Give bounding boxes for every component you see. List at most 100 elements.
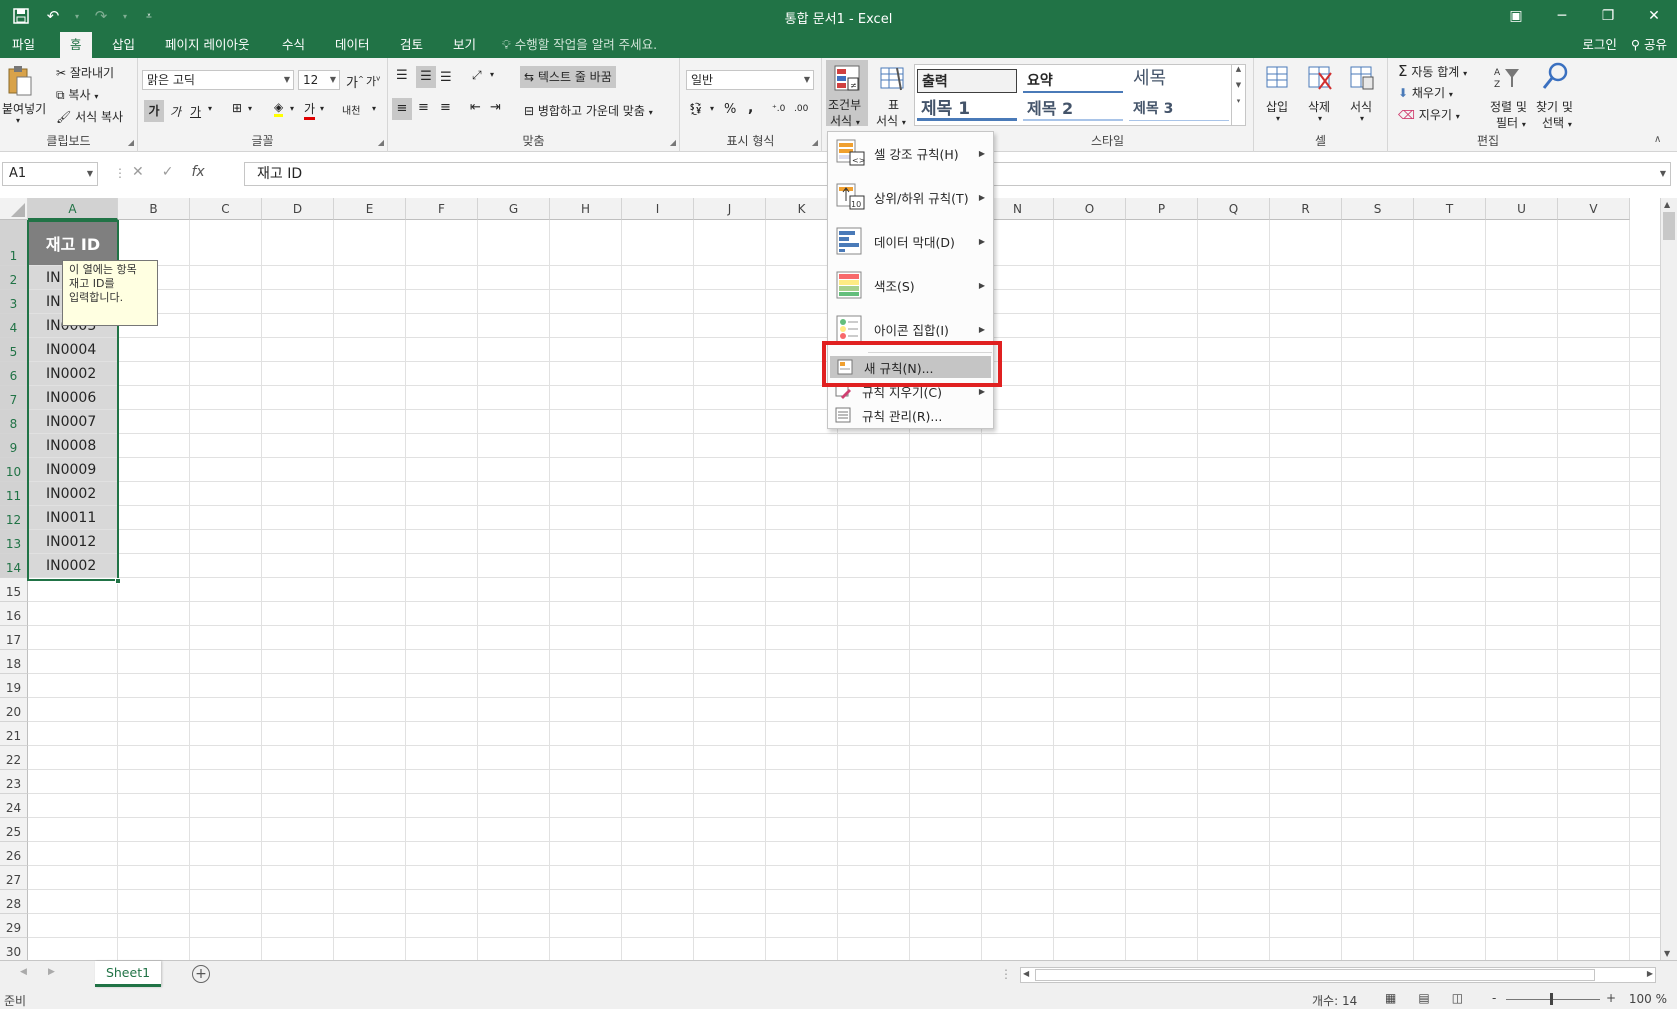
zoom-slider[interactable]: - + (1492, 990, 1616, 1009)
increase-decimal-icon[interactable]: ⁺.0 (772, 104, 785, 114)
increase-indent-icon[interactable]: ⇥ (490, 100, 501, 115)
tab-file[interactable]: 파일 (2, 32, 45, 58)
tab-formulas[interactable]: 수식 (272, 32, 315, 58)
row-header-27[interactable]: 27 (0, 866, 28, 890)
add-sheet-icon[interactable]: + (192, 965, 210, 983)
sort-filter-label2[interactable]: 필터 ▾ (1496, 114, 1526, 131)
format-cells-label[interactable]: 서식 (1350, 98, 1372, 115)
menu-color-scales[interactable]: 색조(S) ▶ (828, 264, 993, 306)
column-header-q[interactable]: Q (1198, 198, 1270, 220)
gallery-down-icon[interactable]: ▼ (1232, 81, 1245, 89)
column-header-u[interactable]: U (1486, 198, 1558, 220)
delete-cells-label[interactable]: 삭제 (1308, 98, 1330, 115)
row-header-11[interactable]: 11 (0, 482, 28, 506)
insert-dropdown-icon[interactable]: ▾ (1276, 114, 1280, 123)
row-header-23[interactable]: 23 (0, 770, 28, 794)
row-header-8[interactable]: 8 (0, 410, 28, 434)
vertical-scrollbar[interactable]: ▲ ▼ (1660, 198, 1677, 960)
row-header-4[interactable]: 4 (0, 314, 28, 338)
underline-button[interactable]: 가 (190, 103, 201, 120)
menu-top-bottom-rules[interactable]: 10 상위/하위 규칙(T) ▶ (828, 176, 993, 218)
tab-view[interactable]: 보기 (443, 32, 486, 58)
row-header-19[interactable]: 19 (0, 674, 28, 698)
align-top-icon[interactable]: ☰ (396, 68, 408, 83)
menu-manage-rules[interactable]: 규칙 관리(R)... (828, 404, 993, 426)
align-middle-icon[interactable]: ☰ (416, 66, 436, 88)
column-header-c[interactable]: C (190, 198, 262, 220)
format-dropdown-icon[interactable]: ▾ (1360, 114, 1364, 123)
row-header-25[interactable]: 25 (0, 818, 28, 842)
minimize-button[interactable]: ─ (1539, 0, 1585, 32)
column-header-j[interactable]: J (694, 198, 766, 220)
next-sheet-icon[interactable]: ▶ (48, 967, 55, 977)
format-as-table-button[interactable]: 표 서식 ▾ (874, 60, 912, 128)
align-bottom-icon[interactable]: ☰ (440, 70, 452, 85)
column-header-t[interactable]: T (1414, 198, 1486, 220)
zoom-level[interactable]: 100 % (1629, 992, 1667, 1006)
paste-button[interactable]: 붙여넣기 (2, 100, 46, 117)
grow-font-button[interactable]: 가^ (346, 72, 364, 91)
row-header-7[interactable]: 7 (0, 386, 28, 410)
zoom-thumb[interactable] (1550, 993, 1553, 1005)
ribbon-display-options-icon[interactable]: ▣ (1493, 0, 1539, 32)
row-header-10[interactable]: 10 (0, 458, 28, 482)
enter-icon[interactable]: ✓ (162, 164, 174, 180)
row-header-29[interactable]: 29 (0, 914, 28, 938)
column-header-p[interactable]: P (1126, 198, 1198, 220)
scroll-left-icon[interactable]: ◀ (1023, 969, 1029, 978)
style-heading-2[interactable]: 제목 2 (1023, 97, 1123, 121)
column-header-f[interactable]: F (406, 198, 478, 220)
delete-cells-icon[interactable] (1306, 62, 1334, 92)
zoom-in-icon[interactable]: + (1606, 991, 1616, 1005)
sort-filter-icon[interactable]: AZ (1492, 62, 1522, 92)
number-launcher-icon[interactable]: ◢ (812, 138, 818, 147)
tab-insert[interactable]: 삽입 (102, 32, 145, 58)
row-header-26[interactable]: 26 (0, 842, 28, 866)
horizontal-scrollbar[interactable]: ◀ ▶ (1020, 967, 1656, 983)
row-header-20[interactable]: 20 (0, 698, 28, 722)
copy-button[interactable]: ⧉ 복사 ▾ (56, 86, 98, 103)
bold-button[interactable]: 가 (144, 100, 164, 122)
row-header-16[interactable]: 16 (0, 602, 28, 626)
column-header-i[interactable]: I (622, 198, 694, 220)
font-color-dropdown-icon[interactable]: ▾ (320, 104, 324, 113)
row-header-15[interactable]: 15 (0, 578, 28, 602)
font-size-combo[interactable]: 12 ▼ (298, 70, 340, 90)
paste-dropdown-icon[interactable]: ▾ (16, 116, 20, 125)
phonetic-button[interactable]: 내천 (342, 102, 360, 117)
column-header-b[interactable]: B (118, 198, 190, 220)
font-color-button[interactable]: 가 (304, 100, 316, 120)
style-total[interactable]: 요약 (1023, 69, 1123, 93)
prev-sheet-icon[interactable]: ◀ (20, 967, 27, 977)
clipboard-launcher-icon[interactable]: ◢ (128, 138, 134, 147)
delete-dropdown-icon[interactable]: ▾ (1318, 114, 1322, 123)
find-select-icon[interactable] (1540, 60, 1570, 92)
column-header-d[interactable]: D (262, 198, 334, 220)
style-heading-3[interactable]: 제목 3 (1129, 97, 1229, 121)
expand-formula-bar-icon[interactable]: ▼ (1660, 163, 1666, 185)
row-header-1[interactable]: 1 (0, 220, 28, 266)
clear-dropdown-icon[interactable]: ▾ (1456, 112, 1460, 121)
tab-data[interactable]: 데이터 (325, 32, 380, 58)
select-all-button[interactable] (0, 198, 28, 220)
restore-button[interactable]: ❐ (1585, 0, 1631, 32)
tab-split-grip-icon[interactable]: ⋮ (1000, 967, 1012, 981)
find-select-label1[interactable]: 찾기 및 (1536, 98, 1573, 115)
merge-dropdown-icon[interactable]: ▾ (649, 108, 653, 117)
row-header-14[interactable]: 14 (0, 554, 28, 578)
column-header-h[interactable]: H (550, 198, 622, 220)
tab-home[interactable]: 홈 (60, 32, 92, 58)
column-header-s[interactable]: S (1342, 198, 1414, 220)
row-header-18[interactable]: 18 (0, 650, 28, 674)
accounting-format-icon[interactable]: 💱︎ (688, 102, 703, 116)
comma-button[interactable]: , (748, 100, 753, 116)
menu-data-bars[interactable]: 데이터 막대(D) ▶ (828, 220, 993, 262)
sheet-tab-sheet1[interactable]: Sheet1 (95, 961, 161, 987)
percent-button[interactable]: % (724, 102, 736, 117)
vertical-scroll-thumb[interactable] (1663, 212, 1675, 240)
row-header-24[interactable]: 24 (0, 794, 28, 818)
row-header-3[interactable]: 3 (0, 290, 28, 314)
insert-cells-label[interactable]: 삽입 (1266, 98, 1288, 115)
align-center-icon[interactable]: ≡ (418, 100, 429, 115)
column-header-a[interactable]: A (28, 198, 118, 220)
